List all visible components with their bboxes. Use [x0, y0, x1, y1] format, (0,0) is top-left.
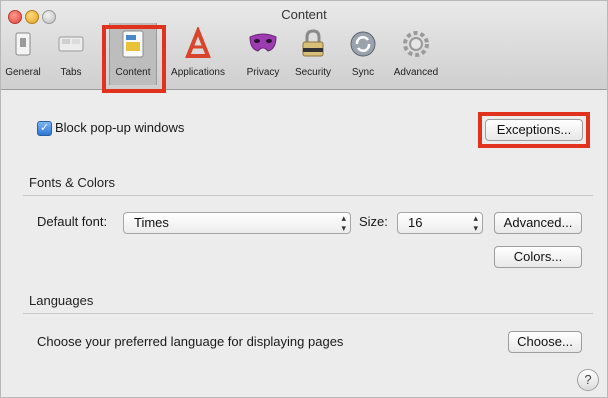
block-popups-checkbox[interactable]: ✓: [37, 121, 52, 136]
section-divider: [23, 313, 593, 314]
preferences-window: Content General Tabs Content Application…: [0, 0, 608, 398]
toolbar-item-label: Sync: [351, 67, 375, 78]
toolbar-item-label: Applications: [171, 67, 225, 78]
toolbar-item-label: Security: [294, 67, 332, 78]
toolbar-item-label: General: [5, 67, 41, 78]
security-lock-icon: [302, 29, 324, 57]
section-divider: [23, 195, 593, 196]
toolbar-item-tabs[interactable]: Tabs: [51, 27, 91, 85]
toolbar-item-general[interactable]: General: [3, 27, 43, 85]
applications-icon: [185, 27, 211, 58]
colors-button[interactable]: Colors...: [494, 246, 582, 268]
advanced-gear-icon: [403, 31, 429, 57]
toolbar-item-applications[interactable]: Applications: [163, 27, 233, 85]
select-arrows-icon: ▴ ▾: [473, 213, 478, 233]
toolbar-item-label: Privacy: [246, 67, 280, 78]
help-button[interactable]: ?: [577, 369, 599, 391]
language-description: Choose your preferred language for displ…: [37, 334, 344, 349]
select-arrows-icon: ▴ ▾: [341, 213, 346, 233]
toolbar-item-content[interactable]: Content: [105, 23, 161, 85]
font-size-value: 16: [408, 215, 423, 230]
sync-icon: [350, 31, 376, 57]
toolbar-item-advanced[interactable]: Advanced: [389, 27, 443, 85]
window-title: Content: [281, 7, 327, 22]
tabs-icon: [58, 36, 84, 52]
content-icon: [122, 30, 144, 58]
exceptions-button[interactable]: Exceptions...: [485, 119, 583, 141]
privacy-mask-icon: [249, 33, 277, 52]
toolbar-item-privacy[interactable]: Privacy: [241, 27, 285, 85]
advanced-fonts-button[interactable]: Advanced...: [494, 212, 582, 234]
default-font-select[interactable]: Times ▴ ▾: [123, 212, 351, 234]
block-popups-label: Block pop-up windows: [55, 120, 185, 135]
font-size-select[interactable]: 16 ▴ ▾: [397, 212, 483, 234]
toolbar-item-label: Tabs: [60, 67, 82, 78]
toolbar-item-label: Advanced: [393, 67, 439, 78]
choose-language-button[interactable]: Choose...: [508, 331, 582, 353]
default-font-value: Times: [134, 215, 169, 230]
fonts-colors-section-title: Fonts & Colors: [29, 175, 115, 190]
default-font-label: Default font:: [37, 214, 108, 229]
toolbar-item-label: Content: [115, 67, 151, 78]
toolbar-item-security[interactable]: Security: [289, 27, 337, 85]
size-label: Size:: [359, 214, 388, 229]
languages-section-title: Languages: [29, 293, 94, 308]
general-switch-icon: [15, 32, 31, 56]
toolbar: Content General Tabs Content Application…: [1, 1, 607, 90]
toolbar-item-sync[interactable]: Sync: [343, 27, 383, 85]
